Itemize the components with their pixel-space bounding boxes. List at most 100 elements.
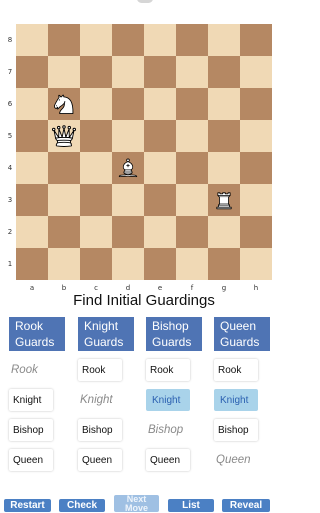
white-bishop-icon[interactable] [116, 156, 140, 180]
square-g5[interactable] [208, 120, 240, 152]
list-button[interactable]: List [168, 499, 214, 512]
square-g6[interactable] [208, 88, 240, 120]
square-b3[interactable] [48, 184, 80, 216]
page-title: Find Initial Guardings [73, 292, 215, 309]
check-button[interactable]: Check [59, 499, 105, 512]
square-f5[interactable] [176, 120, 208, 152]
square-b8[interactable] [48, 24, 80, 56]
queen-guards-column: Queen Guards Rook Knight Bishop Queen [214, 317, 270, 471]
square-h5[interactable] [240, 120, 272, 152]
square-b4[interactable] [48, 152, 80, 184]
square-b7[interactable] [48, 56, 80, 88]
white-queen-icon[interactable] [50, 122, 78, 150]
square-b5[interactable] [48, 120, 80, 152]
option-queen[interactable]: Queen [146, 449, 190, 471]
square-e1[interactable] [144, 248, 176, 280]
square-f6[interactable] [176, 88, 208, 120]
rank-label: 5 [7, 132, 13, 140]
square-d4[interactable] [112, 152, 144, 184]
chessboard[interactable] [16, 24, 272, 280]
square-f2[interactable] [176, 216, 208, 248]
square-a3[interactable] [16, 184, 48, 216]
rank-label: 1 [7, 260, 13, 268]
square-c3[interactable] [80, 184, 112, 216]
option-queen[interactable]: Queen [78, 449, 122, 471]
square-h1[interactable] [240, 248, 272, 280]
square-e5[interactable] [144, 120, 176, 152]
square-d8[interactable] [112, 24, 144, 56]
square-c8[interactable] [80, 24, 112, 56]
square-a2[interactable] [16, 216, 48, 248]
square-h2[interactable] [240, 216, 272, 248]
option-bishop[interactable]: Bishop [146, 419, 202, 441]
square-c6[interactable] [80, 88, 112, 120]
square-a1[interactable] [16, 248, 48, 280]
option-rook[interactable]: Rook [146, 359, 190, 381]
header-line-2: Guards [152, 335, 192, 349]
square-d6[interactable] [112, 88, 144, 120]
square-e3[interactable] [144, 184, 176, 216]
square-f1[interactable] [176, 248, 208, 280]
header-line-1: Bishop [152, 319, 189, 333]
rook-guards-header: Rook Guards [9, 317, 65, 351]
square-d7[interactable] [112, 56, 144, 88]
square-e4[interactable] [144, 152, 176, 184]
square-b2[interactable] [48, 216, 80, 248]
square-g8[interactable] [208, 24, 240, 56]
square-c4[interactable] [80, 152, 112, 184]
square-f7[interactable] [176, 56, 208, 88]
square-a7[interactable] [16, 56, 48, 88]
square-f3[interactable] [176, 184, 208, 216]
square-g3[interactable] [208, 184, 240, 216]
square-e2[interactable] [144, 216, 176, 248]
square-e7[interactable] [144, 56, 176, 88]
next-move-button[interactable]: Next Move [114, 495, 159, 513]
square-d1[interactable] [112, 248, 144, 280]
reveal-button[interactable]: Reveal [222, 499, 270, 512]
square-d2[interactable] [112, 216, 144, 248]
square-h6[interactable] [240, 88, 272, 120]
square-c1[interactable] [80, 248, 112, 280]
square-g7[interactable] [208, 56, 240, 88]
square-e6[interactable] [144, 88, 176, 120]
file-label: b [61, 284, 67, 292]
option-bishop[interactable]: Bishop [78, 419, 122, 441]
square-h8[interactable] [240, 24, 272, 56]
square-c7[interactable] [80, 56, 112, 88]
square-a4[interactable] [16, 152, 48, 184]
square-f8[interactable] [176, 24, 208, 56]
square-h7[interactable] [240, 56, 272, 88]
option-rook[interactable]: Rook [9, 359, 65, 381]
square-d3[interactable] [112, 184, 144, 216]
option-knight[interactable]: Knight [146, 389, 190, 411]
square-a8[interactable] [16, 24, 48, 56]
option-bishop[interactable]: Bishop [9, 419, 53, 441]
option-queen[interactable]: Queen [214, 449, 270, 471]
square-b6[interactable] [48, 88, 80, 120]
square-c2[interactable] [80, 216, 112, 248]
file-label: d [125, 284, 131, 292]
square-c5[interactable] [80, 120, 112, 152]
square-f4[interactable] [176, 152, 208, 184]
option-rook[interactable]: Rook [78, 359, 122, 381]
option-queen[interactable]: Queen [9, 449, 53, 471]
option-rook[interactable]: Rook [214, 359, 258, 381]
square-g4[interactable] [208, 152, 240, 184]
option-knight[interactable]: Knight [9, 389, 53, 411]
white-rook-icon[interactable] [212, 188, 236, 212]
square-a5[interactable] [16, 120, 48, 152]
square-h4[interactable] [240, 152, 272, 184]
white-knight-icon[interactable] [51, 91, 77, 117]
square-g1[interactable] [208, 248, 240, 280]
square-d5[interactable] [112, 120, 144, 152]
file-label: a [29, 284, 35, 292]
option-bishop[interactable]: Bishop [214, 419, 258, 441]
restart-button[interactable]: Restart [4, 499, 51, 512]
square-a6[interactable] [16, 88, 48, 120]
square-g2[interactable] [208, 216, 240, 248]
option-knight[interactable]: Knight [214, 389, 258, 411]
option-knight[interactable]: Knight [78, 389, 134, 411]
square-h3[interactable] [240, 184, 272, 216]
square-e8[interactable] [144, 24, 176, 56]
square-b1[interactable] [48, 248, 80, 280]
